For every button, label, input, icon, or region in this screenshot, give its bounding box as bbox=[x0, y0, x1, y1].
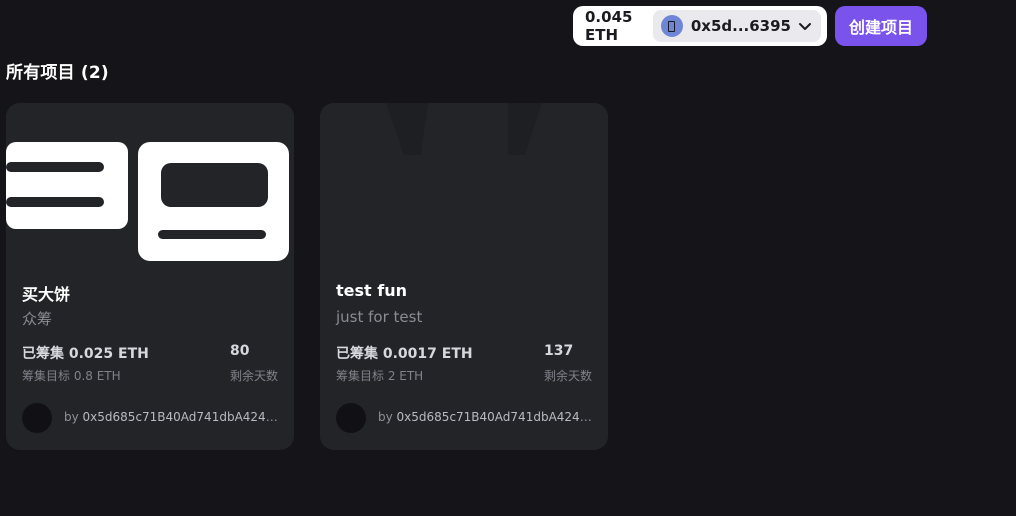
days-remaining-label: 剩余天数 bbox=[230, 369, 279, 383]
by-label: by bbox=[64, 410, 79, 424]
project-cover-image bbox=[320, 103, 608, 273]
project-card[interactable]: 买大饼 众筹 已筹集 0.025 ETH 筹集目标 0.8 ETH 80 剩余天… bbox=[6, 103, 294, 450]
days-remaining: 137 bbox=[544, 343, 574, 359]
section-title: 所有项目 (2) bbox=[6, 63, 109, 83]
raised-amount: 已筹集 0.0017 ETH bbox=[336, 346, 473, 362]
project-title: 买大饼 bbox=[22, 285, 71, 304]
days-remaining-label: 剩余天数 bbox=[544, 369, 593, 383]
chevron-down-icon[interactable] bbox=[797, 18, 813, 34]
funding-goal: 筹集目标 2 ETH bbox=[336, 369, 424, 383]
funding-goal: 筹集目标 0.8 ETH bbox=[22, 369, 121, 383]
days-remaining: 80 bbox=[230, 343, 250, 359]
creator-line: by 0x5d685c71B40Ad741dbA42422... bbox=[64, 410, 282, 424]
avatar bbox=[22, 403, 52, 433]
top-bar: 0.045 ETH 0x5d...6395 创建项目 bbox=[573, 6, 927, 46]
account-address: 0x5d...6395 bbox=[690, 17, 791, 35]
create-project-button[interactable]: 创建项目 bbox=[835, 6, 927, 46]
eth-balance: 0.045 ETH bbox=[585, 8, 633, 44]
avatar bbox=[336, 403, 366, 433]
project-subtitle: 众筹 bbox=[22, 310, 53, 328]
wallet-button[interactable]: 0.045 ETH 0x5d...6395 bbox=[573, 6, 827, 46]
project-card[interactable]: test fun just for test 已筹集 0.0017 ETH 筹集… bbox=[320, 103, 608, 450]
project-title: test fun bbox=[336, 281, 407, 300]
by-label: by bbox=[378, 410, 393, 424]
account-pill[interactable]: 0x5d...6395 bbox=[652, 10, 821, 42]
creator-address: 0x5d685c71B40Ad741dbA42422... bbox=[396, 410, 596, 424]
project-cover-image bbox=[6, 103, 294, 273]
wallet-avatar-icon bbox=[660, 15, 683, 37]
creator-address: 0x5d685c71B40Ad741dbA42422... bbox=[82, 410, 282, 424]
project-subtitle: just for test bbox=[336, 308, 423, 326]
creator-line: by 0x5d685c71B40Ad741dbA42422... bbox=[378, 410, 596, 424]
raised-amount: 已筹集 0.025 ETH bbox=[22, 346, 149, 362]
